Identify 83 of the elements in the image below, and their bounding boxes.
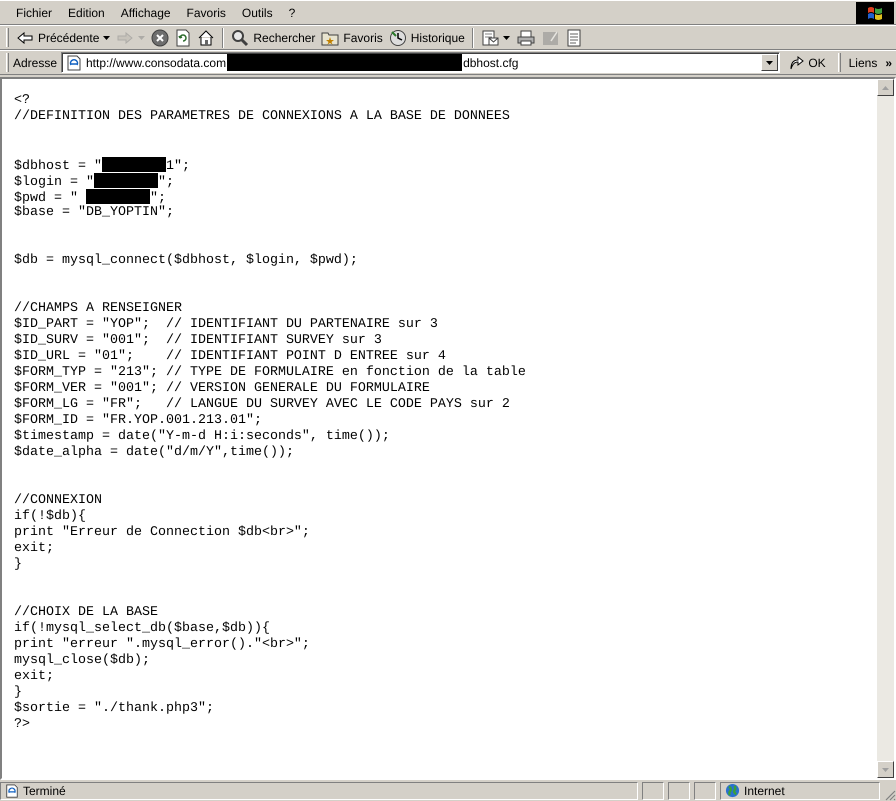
redaction-bar	[86, 189, 150, 204]
more-links-button[interactable]: »	[881, 54, 896, 72]
windows-logo-icon	[856, 2, 894, 24]
code-text: ";	[158, 175, 174, 190]
code-line: print "Erreur de Connection $db<br>";	[14, 525, 310, 540]
code-line: }	[14, 685, 22, 700]
code-line: //DEFINITION DES PARAMETRES DE CONNEXIONS A LA BASE DE DONNEES	[14, 109, 510, 124]
resize-grip-icon[interactable]	[884, 789, 896, 801]
scroll-up-button[interactable]	[877, 79, 894, 96]
status-text: Terminé	[23, 782, 66, 800]
code-line: $FORM_LG = "FR"; // LANGUE DU SURVEY AVEC LE CODE PAYS sur 2	[14, 397, 510, 412]
page-icon	[5, 784, 19, 798]
code-line: <?	[14, 93, 30, 108]
code-line: $FORM_VER = "001"; // VERSION GENERALE DU FORMULAIRE	[14, 381, 430, 396]
code-text: $login = "	[14, 175, 94, 190]
code-line: //CHAMPS A RENSEIGNER	[14, 301, 182, 316]
code-line: $sortie = "./thank.php3";	[14, 701, 214, 716]
right-arrow-icon	[116, 30, 134, 46]
status-pane	[694, 782, 716, 800]
back-button[interactable]: Précédente	[13, 26, 114, 49]
home-icon	[197, 28, 216, 46]
code-line: mysql_close($db);	[14, 653, 150, 668]
redaction-bar	[102, 157, 166, 172]
code-text: 1";	[166, 159, 190, 174]
code-text: ";	[150, 191, 166, 206]
code-line: print "erreur ".mysql_error()."<br>";	[14, 637, 310, 652]
code-line: $ID_URL = "01"; // IDENTIFIANT POINT D ENTREE sur 4	[14, 349, 446, 364]
caret-icon	[138, 36, 146, 40]
code-line: //CONNEXION	[14, 493, 102, 508]
favorites-button[interactable]: Favoris	[318, 26, 386, 49]
menu-item[interactable]: Outils	[234, 2, 281, 24]
menu-item[interactable]: Affichage	[112, 2, 179, 24]
refresh-icon	[175, 28, 192, 46]
code-line: if(!mysql_select_db($base,$db)){	[14, 621, 270, 636]
address-field[interactable]: http://www.consodata.com dbhost.cfg	[61, 52, 780, 73]
code-line: }	[14, 557, 22, 572]
printer-icon	[516, 28, 536, 46]
address-label: Adresse	[12, 54, 57, 72]
down-arrow-icon	[882, 768, 889, 772]
code-text: $pwd = "	[14, 191, 79, 206]
globe-icon	[725, 783, 740, 798]
search-icon	[231, 28, 250, 46]
code-line: $base = "DB_YOPTIN";	[14, 205, 174, 220]
zone-text: Internet	[744, 782, 785, 800]
menu-item[interactable]: Edition	[60, 2, 113, 24]
scroll-down-button[interactable]	[877, 761, 894, 778]
code-line: $FORM_ID = "FR.YOP.001.213.01";	[14, 413, 262, 428]
folder-star-icon	[321, 30, 340, 46]
status-pane	[642, 782, 664, 800]
up-arrow-icon	[882, 86, 889, 90]
code-line: $ID_SURV = "001"; // IDENTIFIANT SURVEY sur 3	[14, 333, 382, 348]
search-button[interactable]: Rechercher	[228, 26, 318, 49]
caret-icon	[502, 36, 510, 40]
menu-item[interactable]: Favoris	[178, 2, 234, 24]
code-line: ?>	[14, 717, 30, 732]
status-pane	[668, 782, 690, 800]
mail-icon	[480, 28, 499, 46]
menu-item[interactable]: Fichier	[8, 2, 60, 24]
links-button[interactable]: Liens	[844, 54, 882, 72]
code-line: exit;	[14, 669, 54, 684]
code-line: $FORM_TYP = "213"; // TYPE DE FORMULAIRE en fonction de la table	[14, 365, 526, 380]
caret-icon	[766, 60, 774, 64]
code-line: $ID_PART = "YOP"; // IDENTIFIANT DU PARTENAIRE sur 3	[14, 317, 438, 332]
code-line: $date_alpha = date("d/m/Y",time());	[14, 445, 294, 460]
menu-item[interactable]: ?	[280, 2, 304, 24]
page-icon	[66, 54, 82, 70]
code-line: $timestamp = date("Y-m-d H:i:seconds", time());	[14, 429, 390, 444]
clock-icon	[388, 28, 407, 46]
go-arrow-icon	[788, 54, 804, 70]
caret-icon	[103, 36, 110, 40]
code-line: $db = mysql_connect($dbhost, $login, $pwd);	[14, 253, 358, 268]
code-line: exit;	[14, 541, 54, 556]
stop-icon	[151, 28, 170, 46]
go-button[interactable]: OK	[784, 54, 830, 72]
redaction-bar	[94, 173, 158, 188]
dropdown-button[interactable]	[761, 54, 778, 71]
document-icon	[566, 28, 582, 46]
code-text: $dbhost = "	[14, 159, 102, 174]
code-line: //CHOIX DE LA BASE	[14, 605, 158, 620]
scrollbar[interactable]	[877, 79, 894, 778]
code-line: if(!$db){	[14, 509, 86, 524]
history-button[interactable]: Historique	[386, 26, 468, 49]
left-arrow-icon	[16, 30, 34, 46]
